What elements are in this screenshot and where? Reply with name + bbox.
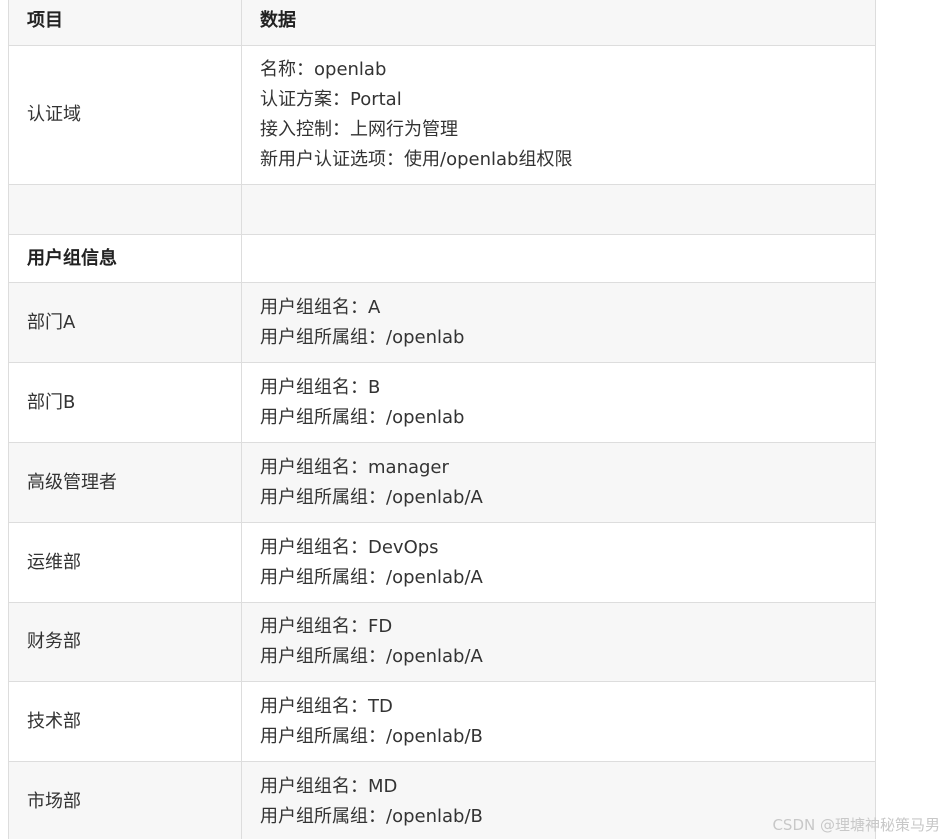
group-name-line: 用户组组名：manager — [260, 456, 449, 478]
empty-cell — [241, 234, 876, 283]
empty-cell — [241, 184, 876, 235]
group-parent-line: 用户组所属组：/openlab — [260, 406, 465, 428]
group-label: 部门B — [8, 362, 242, 443]
empty-cell — [8, 184, 242, 235]
group-details: 用户组组名：B 用户组所属组：/openlab — [241, 362, 876, 443]
table-row: 技术部 用户组组名：TD 用户组所属组：/openlab/B — [8, 681, 876, 762]
group-parent-line: 用户组所属组：/openlab/B — [260, 805, 483, 827]
section-row: 用户组信息 — [8, 234, 876, 283]
group-label: 部门A — [8, 282, 242, 363]
table-row: 部门B 用户组组名：B 用户组所属组：/openlab — [8, 362, 876, 443]
group-details: 用户组组名：manager 用户组所属组：/openlab/A — [241, 442, 876, 523]
group-parent-line: 用户组所属组：/openlab/A — [260, 646, 483, 667]
table-row: 高级管理者 用户组组名：manager 用户组所属组：/openlab/A — [8, 442, 876, 523]
domain-label: 认证域 — [8, 45, 242, 185]
config-table: 项目 数据 认证域 名称：openlab 认证方案：Portal 接入控制：上网… — [8, 0, 876, 839]
section-label: 用户组信息 — [8, 234, 242, 283]
domain-name-line: 名称：openlab — [260, 59, 387, 80]
domain-access-line: 接入控制：上网行为管理 — [260, 119, 458, 140]
group-name-line: 用户组组名：MD — [260, 775, 398, 797]
group-details: 用户组组名：DevOps 用户组所属组：/openlab/A — [241, 522, 876, 603]
group-name-line: 用户组组名：TD — [260, 695, 393, 717]
group-parent-line: 用户组所属组：/openlab/B — [260, 725, 483, 747]
header-item: 项目 — [8, 0, 242, 46]
header-data: 数据 — [241, 0, 876, 46]
domain-details: 名称：openlab 认证方案：Portal 接入控制：上网行为管理 新用户认证… — [241, 45, 876, 185]
group-details: 用户组组名：FD 用户组所属组：/openlab/A — [241, 602, 876, 682]
domain-scheme-line: 认证方案：Portal — [260, 89, 402, 110]
table-row: 财务部 用户组组名：FD 用户组所属组：/openlab/A — [8, 602, 876, 682]
group-label: 市场部 — [8, 761, 242, 839]
group-details: 用户组组名：TD 用户组所属组：/openlab/B — [241, 681, 876, 762]
csdn-watermark: CSDN @理塘神秘策马男 — [772, 816, 940, 834]
group-label: 高级管理者 — [8, 442, 242, 523]
group-details: 用户组组名：A 用户组所属组：/openlab — [241, 282, 876, 363]
table-row: 运维部 用户组组名：DevOps 用户组所属组：/openlab/A — [8, 522, 876, 603]
table-row: 市场部 用户组组名：MD 用户组所属组：/openlab/B — [8, 761, 876, 839]
group-parent-line: 用户组所属组：/openlab/A — [260, 566, 483, 588]
group-name-line: 用户组组名：B — [260, 376, 381, 398]
group-name-line: 用户组组名：FD — [260, 616, 393, 637]
table-row: 认证域 名称：openlab 认证方案：Portal 接入控制：上网行为管理 新… — [8, 45, 876, 185]
group-name-line: 用户组组名：DevOps — [260, 536, 439, 558]
group-name-line: 用户组组名：A — [260, 296, 381, 318]
group-parent-line: 用户组所属组：/openlab/A — [260, 486, 483, 508]
group-label: 财务部 — [8, 602, 242, 682]
group-label: 运维部 — [8, 522, 242, 603]
table-header-row: 项目 数据 — [8, 0, 876, 46]
group-label: 技术部 — [8, 681, 242, 762]
empty-row — [8, 184, 876, 235]
table-row: 部门A 用户组组名：A 用户组所属组：/openlab — [8, 282, 876, 363]
domain-option-line: 新用户认证选项：使用/openlab组权限 — [260, 149, 573, 170]
group-parent-line: 用户组所属组：/openlab — [260, 326, 465, 348]
